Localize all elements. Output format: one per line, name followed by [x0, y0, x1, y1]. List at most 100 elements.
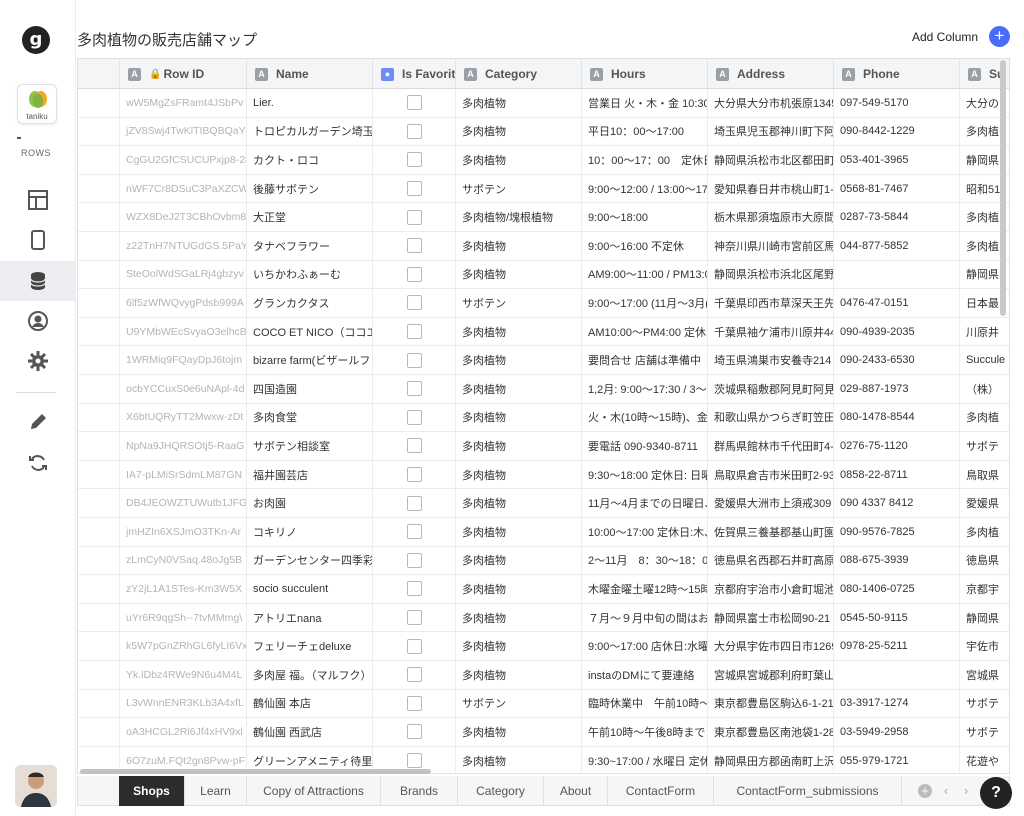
- cell-address[interactable]: 静岡県田方郡函南町上沢: [708, 746, 834, 773]
- help-button[interactable]: ?: [980, 777, 1012, 809]
- row-select-cell[interactable]: [78, 289, 120, 317]
- cell-row-id[interactable]: ocbYCCuxS0e6uNApl-4d: [120, 375, 247, 403]
- table-row[interactable]: Yk.lDbz4RWe9N6u4M4L 多肉屋 福。（マルフク） 多肉植物 insta…: [78, 661, 1009, 690]
- cell-hours[interactable]: 臨時休業中 午前10時〜: [582, 689, 708, 718]
- favorite-checkbox[interactable]: [406, 552, 422, 568]
- cell-category[interactable]: 多肉植物: [456, 117, 582, 146]
- row-select-cell[interactable]: [78, 317, 120, 346]
- cell-name[interactable]: サボテン相談室: [247, 432, 373, 460]
- column-header-address[interactable]: A Address: [708, 59, 834, 89]
- cell-phone[interactable]: 03-5949-2958: [834, 718, 960, 746]
- table-row[interactable]: IA7-pLMiSrSdmLM87GN 福井園芸店 多肉植物 9:30〜18:00 定…: [78, 460, 1009, 490]
- cell-row-id[interactable]: X6btUQRyTT2Mwxw-zDt: [120, 403, 247, 432]
- cell-category[interactable]: 多肉植物: [456, 632, 582, 660]
- sync-nav[interactable]: [0, 443, 76, 483]
- cell-address[interactable]: 埼玉県鴻巣市安養寺214: [708, 346, 834, 374]
- cell-address[interactable]: 栃木県那須塩原市大原間: [708, 203, 834, 231]
- favorite-checkbox[interactable]: [406, 123, 422, 139]
- cell-hours[interactable]: 9:00〜17:00 (11月〜3月(: [582, 289, 708, 317]
- cell-category[interactable]: 多肉植物: [456, 718, 582, 746]
- cell-hours[interactable]: 1,2月: 9:00〜17:30 / 3〜: [582, 375, 708, 403]
- table-row[interactable]: ocbYCCuxS0e6uNApl-4d 四国造園 多肉植物 1,2月: 9:00〜1…: [78, 375, 1009, 404]
- cell-phone[interactable]: 090-8442-1229: [834, 117, 960, 146]
- cell-phone[interactable]: 0978-25-5211: [834, 632, 960, 660]
- cell-address[interactable]: 大分県宇佐市四日市1269: [708, 632, 834, 660]
- cell-is-favorite[interactable]: [373, 689, 456, 718]
- table-row[interactable]: L3vWnnENR3KLb3A4xfL 鶴仙園 本店 サボテン 臨時休業中 午前10時…: [78, 689, 1009, 719]
- cell-phone[interactable]: 080-1406-0725: [834, 575, 960, 603]
- table-row[interactable]: wW5MgZsFRamt4JSbPv Lier. 多肉植物 営業日 火・木・金 10:…: [78, 89, 1009, 118]
- cell-su[interactable]: 愛媛県: [960, 489, 1009, 517]
- cell-address[interactable]: 群馬県館林市千代田町4-: [708, 432, 834, 460]
- favorite-checkbox[interactable]: [406, 695, 422, 711]
- cell-address[interactable]: 愛媛県大洲市上須戒309: [708, 489, 834, 517]
- row-select-cell[interactable]: [78, 546, 120, 575]
- row-select-cell[interactable]: [78, 174, 120, 203]
- cell-su[interactable]: サボテ: [960, 718, 1009, 746]
- cell-phone[interactable]: 090-9576-7825: [834, 518, 960, 546]
- cell-phone[interactable]: 029-887-1973: [834, 375, 960, 403]
- mobile-preview-nav[interactable]: [0, 220, 76, 260]
- tab-category[interactable]: Category: [458, 776, 544, 806]
- table-row[interactable]: zLmCyN0VSaq.48oJg5B ガーデンセンター四季彩 多肉植物 2〜11月 …: [78, 546, 1009, 576]
- cell-su[interactable]: サボテ: [960, 432, 1009, 460]
- cell-is-favorite[interactable]: [373, 661, 456, 689]
- horizontal-scrollbar[interactable]: [80, 769, 431, 774]
- cell-category[interactable]: 多肉植物: [456, 432, 582, 460]
- cell-hours[interactable]: AM9:00〜11:00 / PM13:0: [582, 260, 708, 289]
- cell-su[interactable]: 鳥取県: [960, 461, 1009, 489]
- cell-row-id[interactable]: 6lf5zWfWQvygPdsb999A: [120, 289, 247, 317]
- cell-hours[interactable]: 木曜金曜土曜12時〜15時: [582, 575, 708, 603]
- users-nav[interactable]: [0, 301, 76, 341]
- cell-phone[interactable]: 0545-50-9115: [834, 603, 960, 632]
- cell-category[interactable]: 多肉植物: [456, 575, 582, 603]
- cell-phone[interactable]: 0858-22-8711: [834, 460, 960, 489]
- cell-row-id[interactable]: nWF7Cr8DSuC3PaXZCW: [120, 174, 247, 203]
- cell-is-favorite[interactable]: [373, 117, 456, 146]
- favorite-checkbox[interactable]: [406, 753, 422, 769]
- row-select-cell[interactable]: [78, 489, 120, 517]
- cell-phone[interactable]: 090-4939-2035: [834, 317, 960, 346]
- cell-name[interactable]: タナベフラワー: [247, 232, 373, 260]
- cell-address[interactable]: 大分県大分市机張原1345: [708, 89, 834, 117]
- row-select-cell[interactable]: [78, 375, 120, 403]
- cell-hours[interactable]: 10：00〜17：00 定休日: [582, 146, 708, 174]
- favorite-checkbox[interactable]: [406, 238, 422, 254]
- table-row[interactable]: X6btUQRyTT2Mwxw-zDt 多肉食堂 多肉植物 火・木(10時〜15時)、…: [78, 403, 1009, 433]
- cell-row-id[interactable]: zLmCyN0VSaq.48oJg5B: [120, 546, 247, 575]
- cell-category[interactable]: 多肉植物: [456, 403, 582, 432]
- favorite-checkbox[interactable]: [406, 295, 422, 311]
- cell-phone[interactable]: [834, 661, 960, 689]
- cell-su[interactable]: サボテ: [960, 690, 1009, 718]
- cell-address[interactable]: 静岡県浜松市浜北区尾野: [708, 260, 834, 289]
- cell-row-id[interactable]: L3vWnnENR3KLb3A4xfL: [120, 689, 247, 718]
- cell-name[interactable]: Lier.: [247, 89, 373, 117]
- favorite-checkbox[interactable]: [406, 181, 422, 197]
- cell-name[interactable]: 多肉屋 福。（マルフク）: [247, 661, 373, 689]
- cell-row-id[interactable]: DB4JEOWZTUWutb1JFG: [120, 489, 247, 517]
- favorite-checkbox[interactable]: [406, 581, 422, 597]
- cell-name[interactable]: socio succulent: [247, 575, 373, 603]
- row-select-cell[interactable]: [78, 260, 120, 289]
- cell-is-favorite[interactable]: [373, 89, 456, 117]
- cell-category[interactable]: 多肉植物: [456, 346, 582, 374]
- cell-row-id[interactable]: wW5MgZsFRamt4JSbPv: [120, 89, 247, 117]
- cell-phone[interactable]: 0476-47-0151: [834, 289, 960, 317]
- cell-address[interactable]: 千葉県袖ケ浦市川原井44: [708, 317, 834, 346]
- cell-phone[interactable]: 0568-81-7467: [834, 174, 960, 203]
- cell-hours[interactable]: AM10:00〜PM4:00 定休: [582, 317, 708, 346]
- cell-address[interactable]: 和歌山県かつらぎ町笠田: [708, 403, 834, 432]
- chevron-right-icon[interactable]: ›: [959, 784, 973, 798]
- vertical-scrollbar[interactable]: [1000, 60, 1006, 316]
- favorite-checkbox[interactable]: [406, 610, 422, 626]
- cell-address[interactable]: 東京都豊島区駒込6-1-21: [708, 689, 834, 718]
- cell-is-favorite[interactable]: [373, 432, 456, 460]
- cell-name[interactable]: コキリノ: [247, 518, 373, 546]
- cell-address[interactable]: 京都府宇治市小倉町堀池: [708, 575, 834, 603]
- chevron-left-icon[interactable]: ‹: [939, 784, 953, 798]
- cell-is-favorite[interactable]: [373, 718, 456, 746]
- row-select-cell[interactable]: [78, 718, 120, 746]
- cell-su[interactable]: 徳島県: [960, 547, 1009, 575]
- column-header-name[interactable]: A Name: [247, 59, 373, 89]
- cell-name[interactable]: トロピカルガーデン埼玉: [247, 117, 373, 146]
